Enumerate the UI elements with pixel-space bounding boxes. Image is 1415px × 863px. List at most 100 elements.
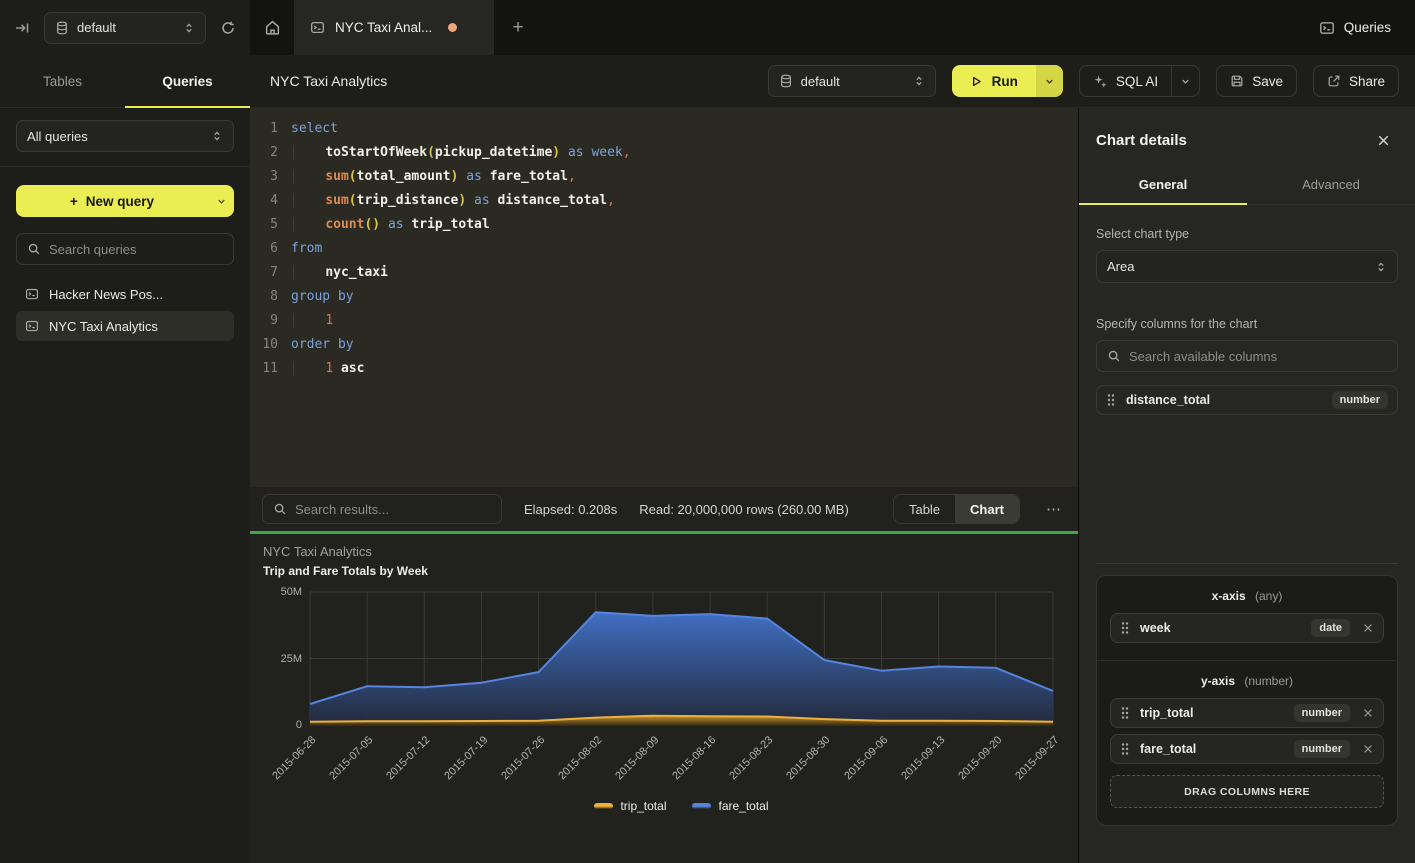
x-axis-tick: 2015-09-27: [1013, 734, 1061, 782]
drop-zone[interactable]: DRAG COLUMNS HERE: [1110, 775, 1384, 808]
code-text: sum(total_amount) as fare_total,: [291, 165, 576, 189]
column-name: trip_total: [1140, 706, 1193, 720]
code-line: 6from: [250, 237, 1078, 261]
code-line: 9 1: [250, 309, 1078, 333]
chart-type-select[interactable]: Area: [1096, 250, 1398, 283]
available-columns-list: distance_total number: [1096, 385, 1398, 415]
run-button-main[interactable]: Run: [952, 65, 1036, 97]
rows-read: Read: 20,000,000 rows (260.00 MB): [639, 502, 849, 517]
search-columns-input[interactable]: [1129, 349, 1387, 364]
chevron-updown-icon: [211, 130, 223, 142]
code-text: select: [291, 117, 338, 141]
column-name: distance_total: [1126, 393, 1210, 407]
drag-handle-icon[interactable]: [1106, 393, 1116, 407]
topbar-database-value: default: [77, 20, 116, 35]
saved-query-item[interactable]: Hacker News Pos...: [16, 279, 234, 309]
tab-nyc-taxi-analytics[interactable]: NYC Taxi Anal...: [294, 0, 494, 55]
column-card[interactable]: trip_totalnumber: [1110, 698, 1384, 728]
run-button[interactable]: Run: [952, 65, 1063, 97]
sql-ai-main[interactable]: SQL AI: [1080, 66, 1171, 96]
line-number: 3: [250, 165, 278, 189]
line-number: 8: [250, 285, 278, 309]
header-database-selector[interactable]: default: [768, 65, 936, 97]
drag-handle-icon[interactable]: [1120, 742, 1130, 756]
tab-advanced[interactable]: Advanced: [1247, 167, 1415, 204]
y-axis-tick: 25M: [281, 653, 302, 665]
column-card[interactable]: distance_total number: [1096, 385, 1398, 415]
remove-column-icon[interactable]: [1362, 707, 1374, 719]
sidebar-tabs: Tables Queries: [0, 55, 250, 107]
new-query-button[interactable]: + New query: [16, 185, 234, 217]
sql-editor[interactable]: 1select2 toStartOfWeek(pickup_datetime) …: [250, 108, 1078, 487]
chevron-updown-icon: [1375, 261, 1387, 273]
tab-queries[interactable]: Queries: [125, 55, 250, 107]
legend-item[interactable]: trip_total: [594, 799, 666, 813]
collapse-sidebar-icon[interactable]: [14, 20, 30, 36]
home-icon: [264, 19, 281, 36]
legend-item[interactable]: fare_total: [692, 799, 768, 813]
code-line: 3 sum(total_amount) as fare_total,: [250, 165, 1078, 189]
toggle-chart[interactable]: Chart: [955, 495, 1019, 523]
line-number: 5: [250, 213, 278, 237]
query-terminal-icon: [25, 287, 39, 301]
saved-query-item[interactable]: NYC Taxi Analytics: [16, 311, 234, 341]
code-text: sum(trip_distance) as distance_total,: [291, 189, 615, 213]
x-axis-tick: 2015-08-09: [613, 734, 661, 782]
toggle-table[interactable]: Table: [894, 495, 955, 523]
tab-tables[interactable]: Tables: [0, 55, 125, 107]
queries-top-button[interactable]: Queries: [1295, 0, 1415, 55]
x-axis-tick: 2015-07-19: [442, 734, 490, 782]
column-type-badge: number: [1332, 391, 1388, 409]
drag-handle-icon[interactable]: [1120, 706, 1130, 720]
line-number: 4: [250, 189, 278, 213]
run-options-caret[interactable]: [1036, 65, 1063, 97]
remove-column-icon[interactable]: [1362, 743, 1374, 755]
results-search[interactable]: [262, 494, 502, 524]
refresh-icon[interactable]: [220, 20, 236, 36]
query-filter-select[interactable]: All queries: [16, 120, 234, 152]
elapsed-time: Elapsed: 0.208s: [524, 502, 617, 517]
chart-plot[interactable]: 025M50M: [310, 592, 1053, 725]
home-button[interactable]: [250, 0, 294, 55]
new-query-caret[interactable]: [208, 185, 234, 217]
chart-type-value: Area: [1107, 259, 1134, 274]
code-text: count() as trip_total: [291, 213, 490, 237]
chart-details-body: Select chart type Area Specify columns f…: [1079, 205, 1415, 863]
chart-details-panel: Chart details General Advanced Select ch…: [1078, 108, 1415, 863]
tab-general[interactable]: General: [1079, 167, 1247, 204]
x-axis-section: x-axis (any) weekdate: [1097, 576, 1397, 660]
drag-handle-icon[interactable]: [1120, 621, 1130, 635]
close-icon[interactable]: [1376, 133, 1391, 148]
y-axis-label: y-axis: [1201, 674, 1235, 688]
query-terminal-icon: [25, 319, 39, 333]
content-area: All queries + New query: [0, 108, 1415, 863]
search-results-input[interactable]: [295, 502, 491, 517]
new-query-main[interactable]: + New query: [16, 185, 208, 217]
topbar-spacer: [542, 0, 1295, 55]
sidebar-search[interactable]: [16, 233, 234, 265]
x-axis-tick: 2015-08-30: [785, 734, 833, 782]
sql-ai-button[interactable]: SQL AI: [1079, 65, 1200, 97]
x-axis-tick: 2015-06-28: [270, 734, 318, 782]
column-name: fare_total: [1140, 742, 1196, 756]
save-button[interactable]: Save: [1216, 65, 1297, 97]
query-header: NYC Taxi Analytics default Run: [250, 55, 1415, 107]
new-tab-button[interactable]: +: [494, 0, 542, 55]
topbar-database-selector[interactable]: default: [44, 12, 206, 44]
column-card[interactable]: fare_totalnumber: [1110, 734, 1384, 764]
share-button[interactable]: Share: [1313, 65, 1399, 97]
save-label: Save: [1252, 74, 1283, 89]
x-axis-hint: (any): [1255, 589, 1282, 603]
line-number: 7: [250, 261, 278, 285]
unsaved-changes-dot: [448, 23, 457, 32]
code-text: nyc_taxi: [291, 261, 388, 285]
search-queries-input[interactable]: [49, 242, 223, 257]
chart-details-title: Chart details: [1096, 132, 1187, 149]
y-axis-cards: trip_totalnumber fare_totalnumber: [1110, 698, 1384, 764]
chart-title: NYC Taxi Analytics: [263, 544, 1078, 559]
more-options-icon[interactable]: ⋯: [1042, 500, 1066, 518]
sql-ai-caret[interactable]: [1171, 66, 1199, 96]
columns-search[interactable]: [1096, 340, 1398, 372]
column-card[interactable]: weekdate: [1110, 613, 1384, 643]
remove-column-icon[interactable]: [1362, 622, 1374, 634]
